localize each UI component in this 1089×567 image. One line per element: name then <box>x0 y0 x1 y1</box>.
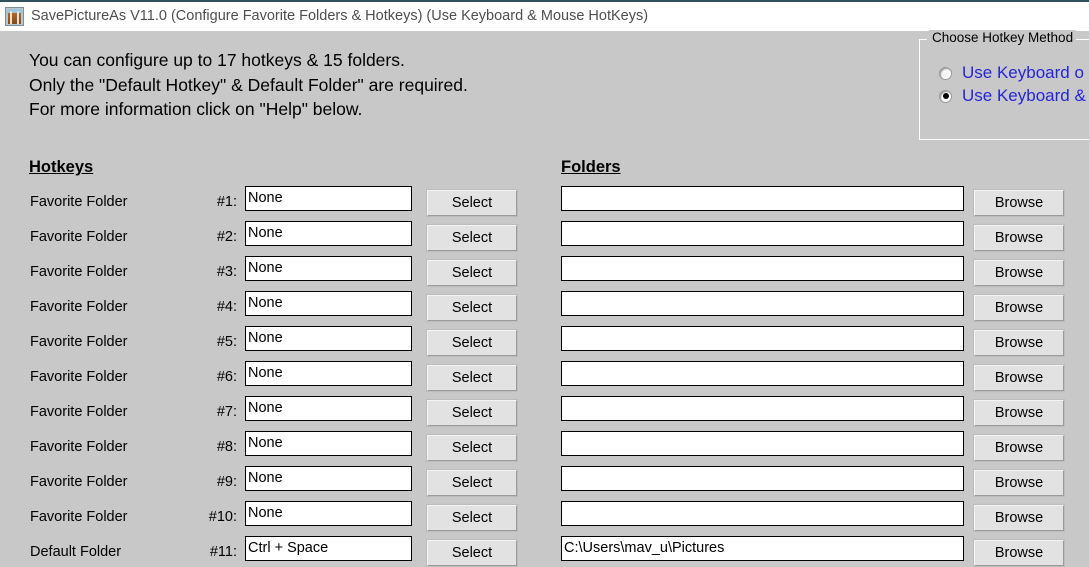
folders-column-heading: Folders <box>561 158 621 176</box>
browse-button[interactable]: Browse <box>974 295 1064 321</box>
hotkey-input[interactable]: None <box>245 256 412 281</box>
browse-button[interactable]: Browse <box>974 330 1064 356</box>
browse-button[interactable]: Browse <box>974 540 1064 566</box>
row-label: Favorite Folder <box>30 404 128 420</box>
row-label: Favorite Folder <box>30 299 128 315</box>
intro-line-2: Only the "Default Hotkey" & Default Fold… <box>29 74 468 95</box>
table-row: Favorite Folder #7: None Select Browse <box>0 396 1089 431</box>
row-number: #8: <box>216 439 237 455</box>
client-area: You can configure up to 17 hotkeys & 15 … <box>0 30 1089 567</box>
row-number: #9: <box>216 474 237 490</box>
row-number: #1: <box>216 194 237 210</box>
browse-button[interactable]: Browse <box>974 225 1064 251</box>
row-number: #7: <box>216 404 237 420</box>
row-label: Favorite Folder <box>30 474 128 490</box>
hotkey-method-groupbox: Choose Hotkey Method Use Keyboard o Use … <box>919 30 1089 140</box>
row-label: Favorite Folder <box>30 509 128 525</box>
hotkey-input[interactable]: None <box>245 501 412 526</box>
browse-button[interactable]: Browse <box>974 190 1064 216</box>
select-button[interactable]: Select <box>427 295 517 321</box>
table-row: Favorite Folder #6: None Select Browse <box>0 361 1089 396</box>
hotkey-input[interactable]: None <box>245 326 412 351</box>
row-number: #4: <box>216 299 237 315</box>
select-button[interactable]: Select <box>427 470 517 496</box>
folder-input[interactable] <box>561 326 964 351</box>
row-label: Favorite Folder <box>30 439 128 455</box>
folder-input[interactable] <box>561 431 964 456</box>
folder-input[interactable] <box>561 396 964 421</box>
hotkey-input[interactable]: Ctrl + Space <box>245 536 412 561</box>
hotkey-input[interactable]: None <box>245 361 412 386</box>
row-number: #10: <box>208 509 237 525</box>
browse-button[interactable]: Browse <box>974 435 1064 461</box>
select-button[interactable]: Select <box>427 540 517 566</box>
row-label: Favorite Folder <box>30 194 128 210</box>
radio-button-icon[interactable] <box>939 66 952 80</box>
row-number: #3: <box>216 264 237 280</box>
hotkey-input[interactable]: None <box>245 186 412 211</box>
folder-input[interactable] <box>561 221 964 246</box>
folder-input[interactable] <box>561 361 964 386</box>
select-button[interactable]: Select <box>427 330 517 356</box>
hotkey-input[interactable]: None <box>245 466 412 491</box>
table-row: Favorite Folder #3: None Select Browse <box>0 256 1089 291</box>
select-button[interactable]: Select <box>427 190 517 216</box>
hotkey-input[interactable]: None <box>245 291 412 316</box>
table-row: Favorite Folder #2: None Select Browse <box>0 221 1089 256</box>
hotkey-input[interactable]: None <box>245 431 412 456</box>
row-label: Favorite Folder <box>30 334 128 350</box>
folder-input[interactable] <box>561 291 964 316</box>
hotkey-input[interactable]: None <box>245 221 412 246</box>
row-number: #2: <box>216 229 237 245</box>
folder-input[interactable] <box>561 186 964 211</box>
browse-button[interactable]: Browse <box>974 470 1064 496</box>
browse-button[interactable]: Browse <box>974 260 1064 286</box>
select-button[interactable]: Select <box>427 260 517 286</box>
browse-button[interactable]: Browse <box>974 505 1064 531</box>
row-label: Favorite Folder <box>30 369 128 385</box>
title-bar: SavePictureAs V11.0 (Configure Favorite … <box>0 0 1089 31</box>
table-row: Favorite Folder #5: None Select Browse <box>0 326 1089 361</box>
intro-text: You can configure up to 17 hotkeys & 15 … <box>29 48 468 122</box>
row-label: Favorite Folder <box>30 264 128 280</box>
select-button[interactable]: Select <box>427 365 517 391</box>
row-number: #5: <box>216 334 237 350</box>
hotkeys-column-heading: Hotkeys <box>29 158 94 176</box>
folder-input[interactable] <box>561 501 964 526</box>
select-button[interactable]: Select <box>427 435 517 461</box>
radio-button-selected-icon[interactable] <box>939 89 952 103</box>
browse-button[interactable]: Browse <box>974 365 1064 391</box>
table-row: Favorite Folder #9: None Select Browse <box>0 466 1089 501</box>
folder-input[interactable] <box>561 256 964 281</box>
row-label: Default Folder <box>30 544 122 560</box>
row-number: #11: <box>209 544 237 560</box>
folder-input[interactable] <box>561 466 964 491</box>
intro-line-3: For more information click on "Help" bel… <box>29 99 363 119</box>
folder-input[interactable]: C:\Users\mav_u\Pictures <box>561 536 964 561</box>
radio-use-keyboard-and-mouse-label: Use Keyboard & <box>962 86 1086 105</box>
row-number: #6: <box>216 369 237 385</box>
browse-button[interactable]: Browse <box>974 400 1064 426</box>
table-row: Favorite Folder #10: None Select Browse <box>0 501 1089 536</box>
radio-use-keyboard-and-mouse[interactable]: Use Keyboard & <box>939 85 1086 107</box>
table-row: Favorite Folder #8: None Select Browse <box>0 431 1089 466</box>
table-row: Default Folder #11: Ctrl + Space Select C:\U… <box>0 536 1089 567</box>
hotkey-input[interactable]: None <box>245 396 412 421</box>
window-title: SavePictureAs V11.0 (Configure Favorite … <box>31 8 649 24</box>
hotkey-method-legend: Choose Hotkey Method <box>929 30 1077 45</box>
picture-frame-icon <box>5 7 24 26</box>
row-label: Favorite Folder <box>30 229 128 245</box>
table-row: Favorite Folder #1: None Select Browse <box>0 186 1089 221</box>
intro-line-1: You can configure up to 17 hotkeys & 15 … <box>29 50 405 70</box>
table-row: Favorite Folder #4: None Select Browse <box>0 291 1089 326</box>
select-button[interactable]: Select <box>427 225 517 251</box>
application-window: SavePictureAs V11.0 (Configure Favorite … <box>0 0 1089 567</box>
radio-use-keyboard-only[interactable]: Use Keyboard o <box>939 62 1084 84</box>
radio-use-keyboard-only-label: Use Keyboard o <box>962 63 1084 82</box>
select-button[interactable]: Select <box>427 505 517 531</box>
select-button[interactable]: Select <box>427 400 517 426</box>
